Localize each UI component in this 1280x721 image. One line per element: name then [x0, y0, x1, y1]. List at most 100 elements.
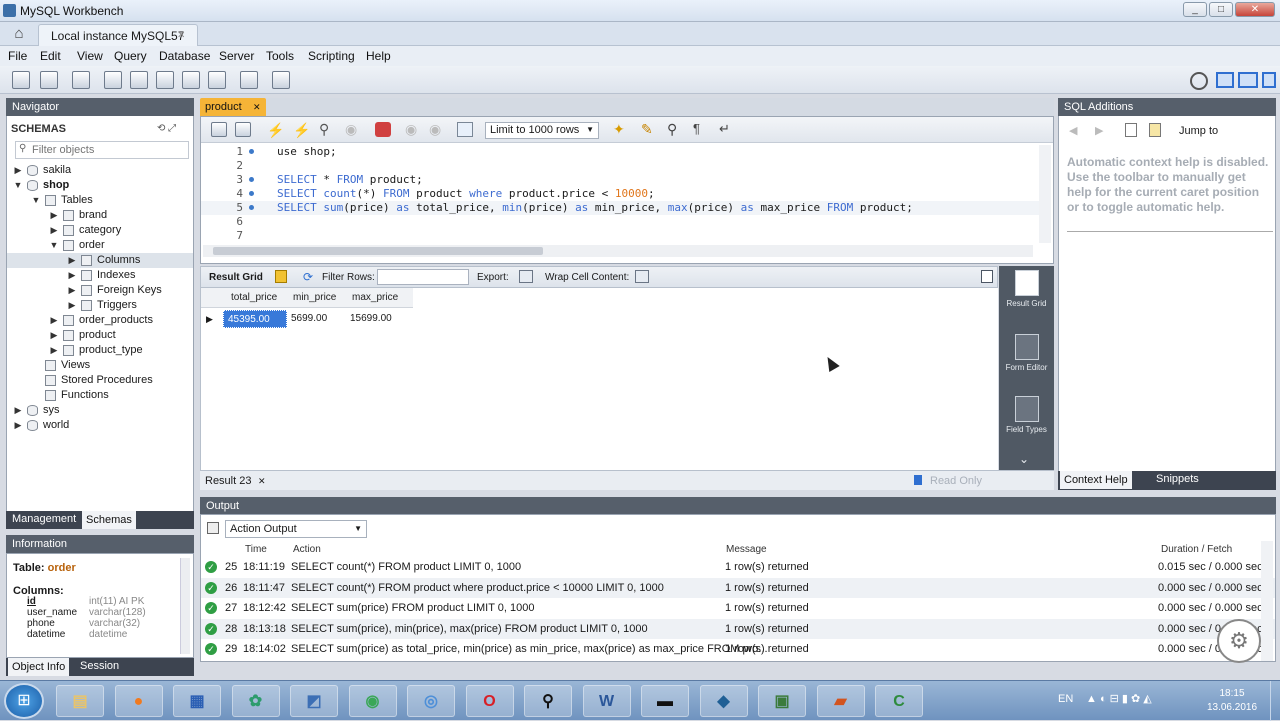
result-grid-side-button[interactable]: Result Grid	[999, 270, 1054, 308]
word-icon[interactable]: W	[582, 685, 631, 717]
open-sql-script-icon[interactable]	[40, 71, 58, 89]
code-line[interactable]: 4 SELECT count(*) FROM product where prod…	[201, 187, 1041, 201]
tree-item-functions[interactable]: Functions	[7, 388, 193, 403]
output-row[interactable]: ✓ 29 18:14:02 SELECT sum(price) as total_pr…	[201, 639, 1275, 659]
refresh-schemas-icon[interactable]: ⟲ ⤢	[157, 123, 176, 134]
output-col-duration[interactable]: Duration / Fetch	[1161, 544, 1232, 555]
cell-total-price[interactable]: 45395.00	[223, 310, 287, 328]
tab-object-info[interactable]: Object Info	[8, 658, 70, 676]
c-app-icon[interactable]: C	[875, 685, 923, 717]
open-file-icon[interactable]	[211, 122, 227, 137]
puzzle-app-icon[interactable]: ✿	[231, 685, 280, 717]
output-col-time[interactable]: Time	[245, 544, 267, 555]
collapsed-arrow-icon[interactable]: ▶	[49, 343, 59, 358]
menu-view[interactable]: View	[77, 49, 103, 63]
beautify-icon[interactable]: ✎	[641, 121, 653, 138]
menu-help[interactable]: Help	[366, 49, 391, 63]
editor-hscrollbar[interactable]	[203, 245, 1033, 257]
tab-management[interactable]: Management	[8, 513, 80, 525]
output-copy-icon[interactable]	[207, 522, 219, 534]
code-line[interactable]: 7	[201, 229, 1041, 243]
stop-icon[interactable]: ◉	[345, 121, 357, 138]
code-area[interactable]: 1 use shop; 2 3 SELECT * FROM product; 4 SELEC…	[201, 145, 1041, 243]
tab-snippets[interactable]: Snippets	[1152, 473, 1203, 485]
tree-item-columns[interactable]: ▶ Columns	[7, 253, 193, 268]
workbench-icon[interactable]: ◩	[290, 685, 338, 717]
col-header-total-price[interactable]: total_price	[231, 292, 277, 303]
close-button[interactable]: ✕	[1235, 2, 1275, 17]
tree-item-shop[interactable]: ▼ shop	[7, 178, 193, 193]
save-icon[interactable]	[235, 122, 251, 137]
field-types-side-button[interactable]: Field Types	[999, 396, 1054, 434]
collapsed-arrow-icon[interactable]: ▶	[49, 328, 59, 343]
filter-objects-input[interactable]	[15, 141, 189, 159]
col-header-min-price[interactable]: min_price	[293, 292, 336, 303]
commit-icon[interactable]: ◉	[405, 121, 417, 138]
tab-session[interactable]: Session	[76, 660, 123, 672]
execute-icon[interactable]: ⚡	[267, 122, 284, 139]
auto-commit-icon[interactable]	[457, 122, 473, 137]
output-row[interactable]: ✓ 28 18:13:18 SELECT sum(price), min(price)…	[201, 618, 1275, 639]
editor-tab-close-icon[interactable]: ✕	[253, 102, 261, 113]
execute-current-icon[interactable]: ⚡	[293, 122, 310, 139]
tree-item-world[interactable]: ▶ world	[7, 418, 193, 433]
tree-item-product_type[interactable]: ▶ product_type	[7, 343, 193, 358]
auto-help-icon[interactable]	[1149, 123, 1161, 137]
col-header-max-price[interactable]: max_price	[352, 292, 398, 303]
editor-vscrollbar[interactable]	[1039, 145, 1051, 243]
settings-gear-icon[interactable]	[1190, 72, 1208, 90]
cell-min-price[interactable]: 5699.00	[287, 310, 347, 328]
tree-item-category[interactable]: ▶ category	[7, 223, 193, 238]
mysql-icon[interactable]: ◆	[699, 685, 748, 717]
filter-rows-input[interactable]	[377, 269, 469, 285]
menu-server[interactable]: Server	[219, 49, 254, 63]
expanded-arrow-icon[interactable]: ▼	[13, 178, 23, 193]
info-scrollbar[interactable]	[180, 558, 190, 654]
tab-schemas[interactable]: Schemas	[82, 511, 136, 529]
collapsed-arrow-icon[interactable]: ▶	[49, 223, 59, 238]
result-grid[interactable]: total_price min_price max_price ▶ 45395.…	[200, 288, 998, 470]
rollback-icon[interactable]: ◉	[429, 121, 441, 138]
tree-item-tables[interactable]: ▼ Tables	[7, 193, 193, 208]
cell-max-price[interactable]: 15699.00	[346, 310, 406, 328]
forward-icon[interactable]: ▶	[1095, 124, 1103, 137]
chrome-icon[interactable]: ◉	[348, 685, 397, 717]
connection-tab-close-icon[interactable]: ✕	[177, 30, 185, 41]
invisible-chars-icon[interactable]: ¶	[693, 121, 700, 136]
tree-item-indexes[interactable]: ▶ Indexes	[7, 268, 193, 283]
editor-tab[interactable]: product ✕	[200, 98, 266, 116]
minimize-button[interactable]: _	[1183, 2, 1207, 17]
tree-item-brand[interactable]: ▶ brand	[7, 208, 193, 223]
collapsed-arrow-icon[interactable]: ▶	[67, 253, 77, 268]
menu-database[interactable]: Database	[159, 49, 210, 63]
tree-item-sys[interactable]: ▶ sys	[7, 403, 193, 418]
wrap-lines-icon[interactable]: ↵	[719, 121, 730, 137]
tree-item-sakila[interactable]: ▶ sakila	[7, 163, 193, 178]
collapsed-arrow-icon[interactable]: ▶	[67, 298, 77, 313]
output-row[interactable]: ✓ 25 18:11:19 SELECT count(*) FROM product …	[201, 557, 1275, 577]
collapsed-arrow-icon[interactable]: ▶	[49, 313, 59, 328]
sql-editor[interactable]: ⚡ ⚡ ⚲ ◉ ◉ ◉ Limit to 1000 rows ▼ ✦ ✎ ⚲ ¶…	[200, 116, 1054, 264]
toggle-sidebar-icon[interactable]	[1216, 72, 1234, 88]
output-scrollbar[interactable]	[1261, 541, 1273, 661]
menu-query[interactable]: Query	[114, 49, 147, 63]
toggle-secondary-sidebar-icon[interactable]	[1262, 72, 1276, 88]
limit-rows-select[interactable]: Limit to 1000 rows ▼	[485, 122, 599, 139]
tree-item-views[interactable]: Views	[7, 358, 193, 373]
maximize-button[interactable]: □	[1209, 2, 1233, 17]
create-table-icon[interactable]	[130, 71, 148, 89]
menu-edit[interactable]: Edit	[40, 49, 61, 63]
tree-item-stored-procedures[interactable]: Stored Procedures	[7, 373, 193, 388]
tree-item-foreign-keys[interactable]: ▶ Foreign Keys	[7, 283, 193, 298]
hscroll-thumb[interactable]	[213, 247, 543, 255]
monitor-app-icon[interactable]: ▣	[758, 685, 806, 717]
firefox-icon[interactable]: ●	[114, 685, 163, 717]
expanded-arrow-icon[interactable]: ▼	[49, 238, 59, 253]
collapsed-arrow-icon[interactable]: ▶	[49, 208, 59, 223]
calc-app-icon[interactable]: ▦	[173, 685, 221, 717]
output-col-message[interactable]: Message	[726, 544, 767, 555]
refresh-icon[interactable]: ⟳	[303, 270, 313, 284]
add-snippet-icon[interactable]: ✦	[613, 121, 625, 138]
jump-to-label[interactable]: Jump to	[1179, 125, 1218, 137]
back-icon[interactable]: ◀	[1069, 124, 1077, 137]
